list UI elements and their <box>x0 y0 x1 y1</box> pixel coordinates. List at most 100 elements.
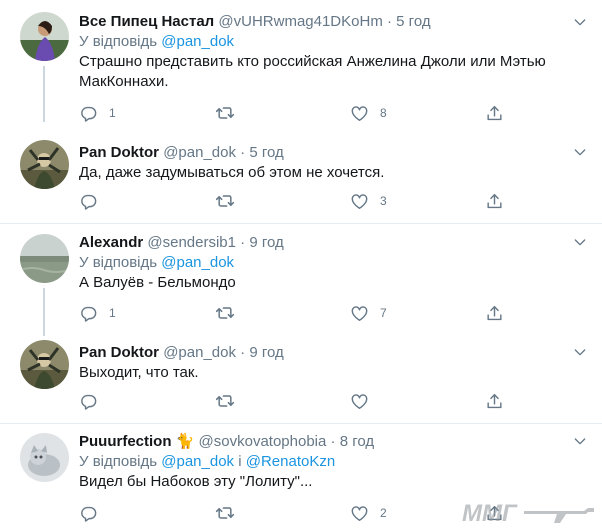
like-icon <box>350 392 369 411</box>
display-name[interactable]: Alexandr <box>79 234 143 251</box>
tweet-header: Puuurfection 🐈 @sovkovatophobia · 8 год <box>79 432 588 452</box>
display-name[interactable]: Puuurfection <box>79 433 172 450</box>
reply-separator: і <box>238 453 242 470</box>
mention-link[interactable]: @pan_dok <box>161 33 234 50</box>
share-icon <box>485 304 504 323</box>
reply-icon <box>79 392 98 411</box>
retweet-button[interactable] <box>215 190 246 212</box>
share-button[interactable] <box>485 190 504 212</box>
reply-button[interactable]: 1 <box>79 102 116 124</box>
retweet-button[interactable] <box>215 302 246 324</box>
avatar[interactable] <box>20 340 69 389</box>
reply-button[interactable] <box>79 390 109 412</box>
reply-icon <box>79 192 98 211</box>
reply-button[interactable] <box>79 190 109 212</box>
reply-prefix: У відповідь <box>79 453 158 470</box>
share-icon <box>485 104 504 123</box>
reply-prefix: У відповідь <box>79 33 158 50</box>
like-icon <box>350 504 369 523</box>
mention-link[interactable]: @pan_dok <box>161 254 234 271</box>
like-button[interactable]: 2 <box>350 502 387 524</box>
tweet[interactable]: Pan Doktor @pan_dok · 9 год Выходит, что… <box>0 336 602 422</box>
reply-icon <box>79 304 98 323</box>
chevron-down-icon[interactable] <box>572 14 588 30</box>
mention-link[interactable]: @RenatoKzn <box>246 453 335 470</box>
retweet-button[interactable] <box>215 390 246 412</box>
tweet-header: Alexandr @sendersib1 · 9 год <box>79 233 588 253</box>
retweet-button[interactable] <box>215 502 246 524</box>
reply-context: У відповідь @pan_dok <box>79 32 588 52</box>
timestamp[interactable]: 5 год <box>396 13 430 30</box>
like-button[interactable]: 8 <box>350 102 387 124</box>
thread-connector <box>43 66 45 110</box>
reply-button[interactable]: 1 <box>79 302 116 324</box>
separator-dot: · <box>240 344 246 361</box>
tweet[interactable]: Alexandr @sendersib1 · 9 год У відповідь… <box>0 224 602 336</box>
retweet-icon <box>215 103 235 123</box>
like-icon <box>350 304 369 323</box>
chevron-down-icon[interactable] <box>572 234 588 250</box>
separator-dot: · <box>240 234 246 251</box>
like-count: 8 <box>380 106 387 120</box>
separator-dot: · <box>330 433 336 450</box>
like-button[interactable] <box>350 390 380 412</box>
reply-count: 1 <box>109 106 116 120</box>
user-handle[interactable]: @sovkovatophobia <box>199 433 327 450</box>
tweet-text: Видел бы Набоков эту "Лолиту"... <box>79 473 313 490</box>
like-button[interactable]: 3 <box>350 190 387 212</box>
user-handle[interactable]: @pan_dok <box>163 144 236 161</box>
timestamp[interactable]: 9 год <box>249 234 283 251</box>
avatar[interactable] <box>20 12 69 61</box>
watermark: ММГ <box>460 497 598 527</box>
reply-button[interactable] <box>79 502 109 524</box>
retweet-button[interactable] <box>215 102 246 124</box>
share-button[interactable] <box>485 390 504 412</box>
chevron-down-icon[interactable] <box>572 433 588 449</box>
like-count: 2 <box>380 506 387 520</box>
user-handle[interactable]: @vUHRwmag41DKoHm <box>218 13 382 30</box>
share-button[interactable] <box>485 102 504 124</box>
tweet-header: Pan Doktor @pan_dok · 9 год <box>79 343 588 363</box>
retweet-icon <box>215 503 235 523</box>
reply-context: У відповідь @pan_dok і @RenatoKzn <box>79 452 588 472</box>
tweet[interactable]: Pan Doktor @pan_dok · 5 год Да, даже зад… <box>0 110 602 222</box>
chevron-down-icon[interactable] <box>572 144 588 160</box>
chevron-down-icon[interactable] <box>572 344 588 360</box>
tweet-text: Страшно представить кто российская Анжел… <box>79 53 546 90</box>
retweet-icon <box>215 391 235 411</box>
retweet-icon <box>215 303 235 323</box>
timestamp[interactable]: 9 год <box>249 344 283 361</box>
like-button[interactable]: 7 <box>350 302 387 324</box>
share-button[interactable] <box>485 302 504 324</box>
like-icon <box>350 104 369 123</box>
reply-icon <box>79 104 98 123</box>
user-handle[interactable]: @pan_dok <box>163 344 236 361</box>
tweet-header: Все Пипец Настал @vUHRwmag41DKoHm · 5 го… <box>79 12 588 32</box>
tweet-header: Pan Doktor @pan_dok · 5 год <box>79 143 588 163</box>
avatar[interactable] <box>20 140 69 189</box>
share-icon <box>485 392 504 411</box>
avatar[interactable] <box>20 433 69 482</box>
share-icon <box>485 192 504 211</box>
display-name[interactable]: Pan Doktor <box>79 144 159 161</box>
watermark-text: ММГ <box>462 500 518 527</box>
user-handle[interactable]: @sendersib1 <box>147 234 236 251</box>
avatar[interactable] <box>20 234 69 283</box>
timestamp[interactable]: 8 год <box>340 433 374 450</box>
reply-icon <box>79 504 98 523</box>
timestamp[interactable]: 5 год <box>249 144 283 161</box>
display-name[interactable]: Все Пипец Настал <box>79 13 214 30</box>
thread-connector <box>43 288 45 336</box>
like-count: 7 <box>380 306 387 320</box>
like-icon <box>350 192 369 211</box>
reply-context: У відповідь @pan_dok <box>79 253 588 273</box>
display-name[interactable]: Pan Doktor <box>79 344 159 361</box>
reply-prefix: У відповідь <box>79 254 158 271</box>
tweet[interactable]: Все Пипец Настал @vUHRwmag41DKoHm · 5 го… <box>0 0 602 110</box>
tweet-text: Выходит, что так. <box>79 364 199 381</box>
separator-dot: · <box>387 13 392 30</box>
separator-dot: · <box>240 144 246 161</box>
thread-connector <box>43 110 45 122</box>
mention-link[interactable]: @pan_dok <box>161 453 234 470</box>
cat-emoji: 🐈 <box>175 433 195 450</box>
